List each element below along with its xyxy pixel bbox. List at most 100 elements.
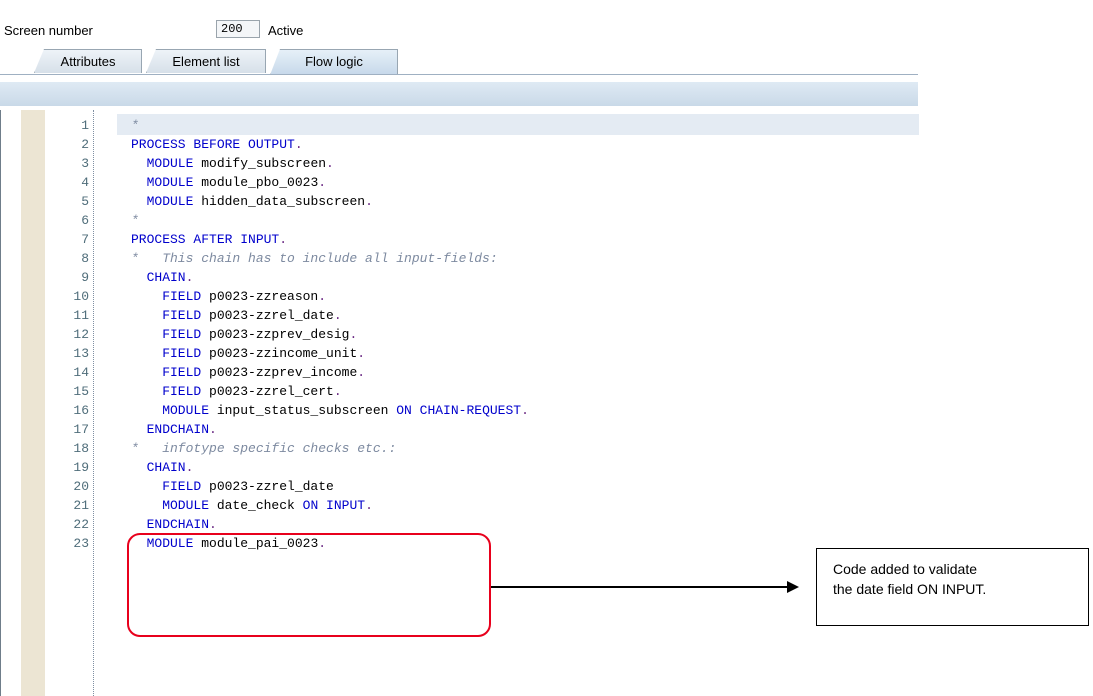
code-text: MODULE module_pbo_0023.	[131, 173, 326, 192]
code-token: .	[185, 270, 194, 285]
code-token: PROCESS BEFORE OUTPUT	[131, 137, 295, 152]
line-number: 11	[73, 308, 89, 323]
code-text: FIELD p0023-zzrel_cert.	[131, 382, 341, 401]
screen-number-field[interactable]: 200	[216, 20, 260, 38]
code-token: FIELD	[131, 327, 202, 342]
code-token: .	[318, 289, 327, 304]
code-token: .	[365, 194, 373, 209]
code-token: *	[131, 213, 139, 228]
code-line[interactable]: 14 FIELD p0023-zzprev_income.	[45, 363, 915, 382]
code-token: .	[318, 175, 327, 190]
line-number: 5	[81, 194, 89, 209]
screen-number-label: Screen number	[4, 23, 93, 38]
code-text: MODULE input_status_subscreen ON CHAIN-R…	[131, 401, 529, 420]
annotation-line-1: Code added to validate	[833, 561, 977, 577]
code-token: .	[209, 422, 217, 437]
code-text: MODULE hidden_data_subscreen.	[131, 192, 373, 211]
code-line[interactable]: 17 ENDCHAIN.	[45, 420, 915, 439]
tab-element-list[interactable]: Element list	[146, 49, 266, 73]
code-token: .	[365, 498, 373, 513]
code-token: .	[349, 327, 358, 342]
line-number: 23	[73, 536, 89, 551]
code-line[interactable]: 12 FIELD p0023-zzprev_desig.	[45, 325, 915, 344]
line-number: 19	[73, 460, 89, 475]
arrow-head-icon	[787, 581, 799, 593]
code-line[interactable]: 18 * infotype specific checks etc.:	[45, 439, 915, 458]
code-token: PROCESS AFTER INPUT	[131, 232, 280, 247]
code-text: * infotype specific checks etc.:	[131, 439, 396, 458]
code-token: .	[185, 460, 194, 475]
line-number: 22	[73, 517, 89, 532]
code-text: FIELD p0023-zzrel_date	[131, 477, 334, 496]
code-token: * infotype specific checks etc.:	[131, 441, 397, 456]
code-text: ENDCHAIN.	[131, 420, 217, 439]
line-number: 10	[73, 289, 89, 304]
code-token: ENDCHAIN	[131, 422, 210, 437]
highlight-box	[127, 533, 491, 637]
code-line[interactable]: 15 FIELD p0023-zzrel_cert.	[45, 382, 915, 401]
tab-attributes[interactable]: Attributes	[34, 49, 142, 73]
code-line[interactable]: 7 PROCESS AFTER INPUT.	[45, 230, 915, 249]
code-text: CHAIN.	[131, 458, 194, 477]
code-token: date_check	[209, 498, 303, 513]
code-token: FIELD	[131, 289, 202, 304]
code-line[interactable]: 5 MODULE hidden_data_subscreen.	[45, 192, 915, 211]
code-line[interactable]: 1 *	[45, 116, 915, 135]
code-line[interactable]: 8 * This chain has to include all input-f…	[45, 249, 915, 268]
code-token: .	[209, 517, 217, 532]
code-token: modify_subscreen	[193, 156, 327, 171]
code-line[interactable]: 16 MODULE input_status_subscreen ON CHAI…	[45, 401, 915, 420]
annotation-note: Code added to validate the date field ON…	[816, 548, 1089, 626]
code-token: FIELD	[131, 479, 202, 494]
code-line[interactable]: 2 PROCESS BEFORE OUTPUT.	[45, 135, 915, 154]
line-number: 20	[73, 479, 89, 494]
code-line[interactable]: 4 MODULE module_pbo_0023.	[45, 173, 915, 192]
tab-underline	[0, 74, 918, 75]
code-token: .	[333, 308, 342, 323]
screen-header: Screen number 200 Active	[0, 0, 918, 50]
code-token: .	[279, 232, 288, 247]
code-line[interactable]: 3 MODULE modify_subscreen.	[45, 154, 915, 173]
line-number: 17	[73, 422, 89, 437]
code-line[interactable]: 9 CHAIN.	[45, 268, 915, 287]
code-token: ON INPUT	[302, 498, 366, 513]
code-text: *	[131, 211, 139, 230]
line-number: 13	[73, 346, 89, 361]
code-token: MODULE	[131, 194, 194, 209]
code-token: p0023-zzrel_date	[201, 479, 334, 494]
code-line[interactable]: 13 FIELD p0023-zzincome_unit.	[45, 344, 915, 363]
code-token: CHAIN	[131, 270, 186, 285]
code-token: CHAIN	[131, 460, 186, 475]
line-number: 3	[81, 156, 89, 171]
code-line[interactable]: 19 CHAIN.	[45, 458, 915, 477]
code-token: MODULE	[131, 175, 194, 190]
code-text: PROCESS AFTER INPUT.	[131, 230, 287, 249]
line-number: 2	[81, 137, 89, 152]
code-line[interactable]: 20 FIELD p0023-zzrel_date	[45, 477, 915, 496]
code-line[interactable]: 10 FIELD p0023-zzreason.	[45, 287, 915, 306]
screen-status: Active	[268, 23, 304, 38]
code-token: ON CHAIN-REQUEST	[396, 403, 522, 418]
code-token: p0023-zzrel_date	[201, 308, 334, 323]
code-text: MODULE date_check ON INPUT.	[131, 496, 373, 515]
code-token: *	[131, 118, 139, 133]
code-token: p0023-zzreason	[201, 289, 319, 304]
code-token: .	[357, 346, 366, 361]
code-line[interactable]: 22 ENDCHAIN.	[45, 515, 915, 534]
code-text: *	[131, 116, 139, 135]
code-token: p0023-zzrel_cert	[201, 384, 334, 399]
code-token: FIELD	[131, 365, 202, 380]
line-number: 14	[73, 365, 89, 380]
code-line[interactable]: 21 MODULE date_check ON INPUT.	[45, 496, 915, 515]
tab-strip: Attributes Element list Flow logic	[0, 49, 918, 75]
line-number: 9	[81, 270, 89, 285]
tab-flow-logic[interactable]: Flow logic	[270, 49, 398, 75]
annotation-line-2: the date field ON INPUT.	[833, 581, 987, 597]
code-line[interactable]: 6 *	[45, 211, 915, 230]
line-number: 7	[81, 232, 89, 247]
code-token: MODULE	[131, 156, 194, 171]
code-token: * This chain has to include all input-fi…	[131, 251, 498, 266]
code-text: ENDCHAIN.	[131, 515, 217, 534]
code-line[interactable]: 11 FIELD p0023-zzrel_date.	[45, 306, 915, 325]
code-token: p0023-zzincome_unit	[201, 346, 358, 361]
